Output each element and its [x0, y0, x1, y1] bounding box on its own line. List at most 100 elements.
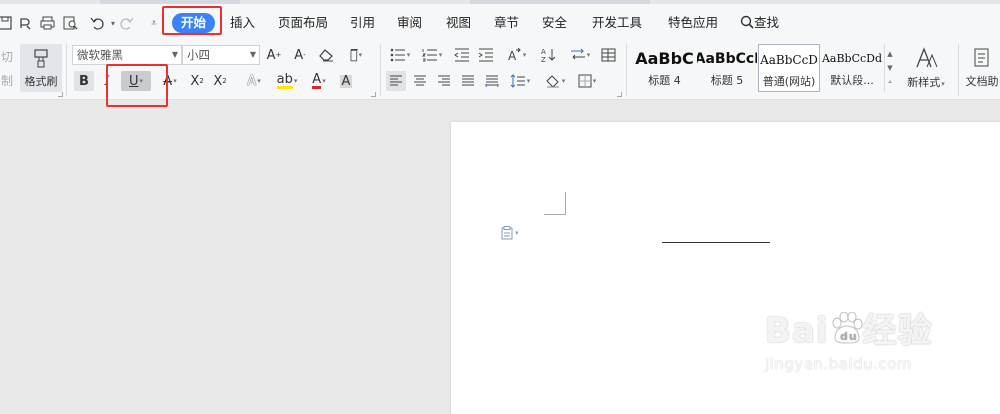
format-painter-label: 格式刷 — [24, 74, 58, 88]
tab-review[interactable]: 审阅 — [397, 13, 422, 33]
decrease-indent-icon[interactable] — [452, 46, 472, 64]
style-sample: AaBbCcDd — [821, 52, 883, 65]
redo-icon[interactable] — [118, 14, 136, 32]
chevron-down-icon: ▾ — [561, 77, 566, 85]
print-preview-icon[interactable] — [61, 14, 79, 32]
watermark-brand-tail: 经验 — [862, 311, 933, 351]
highlight-color-button[interactable]: ab ▾ — [272, 71, 302, 91]
tab-sections[interactable]: 章节 — [494, 13, 519, 33]
shading-button[interactable]: ▾ — [541, 71, 569, 91]
document-assistant-icon — [973, 48, 991, 71]
margin-corner-mark — [544, 192, 566, 215]
tab-insert[interactable]: 插入 — [230, 13, 255, 33]
search-button[interactable]: 查找 — [740, 13, 779, 33]
copy-button[interactable]: 制 — [0, 72, 14, 88]
borders-button[interactable]: ▾ — [573, 71, 601, 91]
shrink-font-icon[interactable]: A- — [290, 46, 310, 64]
svg-text:A: A — [541, 48, 546, 56]
font-color-button[interactable]: A ▾ — [306, 71, 332, 91]
expand-gallery-icon[interactable]: ⩡ — [888, 78, 892, 87]
phonetic-guide-button[interactable]: 字̅ ▾ — [341, 46, 371, 64]
customize-toolbar-icon[interactable]: ⩡ — [145, 14, 163, 32]
cut-button[interactable]: 切 — [0, 48, 14, 64]
tab-security[interactable]: 安全 — [542, 13, 567, 33]
chevron-down-icon: ▾ — [941, 79, 945, 88]
print-icon[interactable] — [38, 14, 56, 32]
svg-text:Z: Z — [541, 56, 546, 63]
bold-icon: B — [79, 73, 89, 89]
chevron-down-icon: ▾ — [358, 50, 363, 59]
grow-font-icon[interactable]: A + — [264, 46, 284, 64]
increase-indent-icon[interactable] — [476, 46, 496, 64]
styles-scroll[interactable]: ▲ ▼ ⩡ — [884, 44, 895, 92]
character-shading-icon[interactable]: A — [336, 71, 356, 91]
paragraph-dialog-launcher[interactable] — [617, 92, 622, 97]
font-dialog-launcher[interactable] — [371, 92, 376, 97]
svg-text:A: A — [508, 49, 517, 62]
chevron-down-icon: ▼ — [249, 50, 256, 59]
chevron-down-icon: ▾ — [322, 76, 326, 85]
clear-formatting-icon[interactable] — [316, 46, 336, 64]
paw-logo-icon: du — [829, 311, 863, 353]
tab-references[interactable]: 引用 — [350, 13, 375, 33]
bullets-button[interactable]: ▾ — [386, 46, 414, 64]
chevron-down-icon[interactable]: ▼ — [887, 64, 892, 72]
document-assistant-label: 文档助 — [965, 74, 999, 88]
distributed-align-icon[interactable] — [482, 71, 502, 91]
document-assistant-button[interactable]: 文档助 — [964, 44, 1000, 92]
chevron-down-icon: ▾ — [515, 229, 519, 237]
style-name: 默认段... — [830, 74, 874, 87]
table-icon[interactable] — [598, 46, 618, 64]
watermark-url: jingyan.baidu.com — [765, 355, 912, 373]
font-size-select[interactable]: 小四 ▼ — [182, 45, 260, 65]
format-painter-button[interactable]: 格式刷 — [20, 44, 62, 92]
sort-icon[interactable]: AZ — [538, 46, 558, 64]
style-heading-4[interactable]: AaBbC 标题 4 — [633, 44, 696, 94]
chevron-down-icon: ▾ — [526, 77, 531, 85]
svg-text:du: du — [840, 330, 858, 343]
numbering-button[interactable]: ▾ — [418, 46, 446, 64]
line-spacing-button[interactable]: ▾ — [506, 71, 534, 91]
paint-bucket-icon — [546, 75, 559, 88]
clipboard-dialog-launcher[interactable] — [58, 92, 63, 97]
border-icon — [578, 74, 592, 88]
text-effect-icon: A — [247, 73, 257, 89]
text-direction-button[interactable]: A ▾ — [502, 46, 530, 64]
tab-special-apps[interactable]: 特色应用 — [668, 13, 718, 33]
chevron-down-icon: ▾ — [293, 76, 298, 85]
align-left-icon[interactable] — [386, 71, 406, 91]
search-icon — [740, 15, 754, 35]
show-hide-marks-button[interactable]: ▾ — [566, 46, 594, 64]
style-heading-5[interactable]: AaBbCcI 标题 5 — [697, 44, 757, 94]
bold-button[interactable]: B — [74, 71, 94, 91]
style-name: 普通(网站) — [762, 75, 816, 88]
ribbon-separator — [380, 44, 381, 96]
subscript-icon[interactable]: X2 — [210, 71, 230, 91]
chevron-down-icon: ▾ — [592, 77, 597, 85]
font-name-value: 微软雅黑 — [77, 48, 123, 62]
style-sample: AaBbC — [635, 49, 694, 68]
align-right-icon[interactable] — [434, 71, 454, 91]
tab-view[interactable]: 视图 — [446, 13, 471, 33]
chevron-up-icon[interactable]: ▲ — [887, 50, 892, 58]
new-style-button[interactable]: 新样式▾ — [900, 44, 952, 92]
chevron-down-icon: ▾ — [586, 51, 591, 59]
paste-options-button[interactable]: ▾ — [501, 226, 519, 240]
justify-icon[interactable] — [458, 71, 478, 91]
ribbon-separator — [66, 44, 67, 96]
font-name-select[interactable]: 微软雅黑 ▼ — [72, 45, 182, 65]
tab-developer[interactable]: 开发工具 — [592, 13, 642, 33]
chevron-down-icon: ▾ — [522, 51, 527, 59]
align-center-icon[interactable] — [410, 71, 430, 91]
paragraph-marks-icon — [570, 48, 585, 60]
superscript-icon[interactable]: X2 — [187, 71, 207, 91]
save-icon[interactable] — [0, 14, 14, 32]
text-effects-button[interactable]: A ▾ — [240, 71, 268, 91]
phonetic-guide-icon: 字̅ — [349, 47, 358, 63]
highlighter-icon: ab — [276, 71, 293, 89]
baidu-jingyan-watermark: Bai du 经验 jingyan.baidu.com — [765, 303, 933, 373]
export-pdf-icon[interactable] — [16, 14, 34, 32]
style-normal-web[interactable]: AaBbCcD 普通(网站) — [758, 44, 820, 92]
tab-page-layout[interactable]: 页面布局 — [278, 13, 328, 33]
style-default-paragraph[interactable]: AaBbCcDd 默认段... — [821, 44, 883, 94]
